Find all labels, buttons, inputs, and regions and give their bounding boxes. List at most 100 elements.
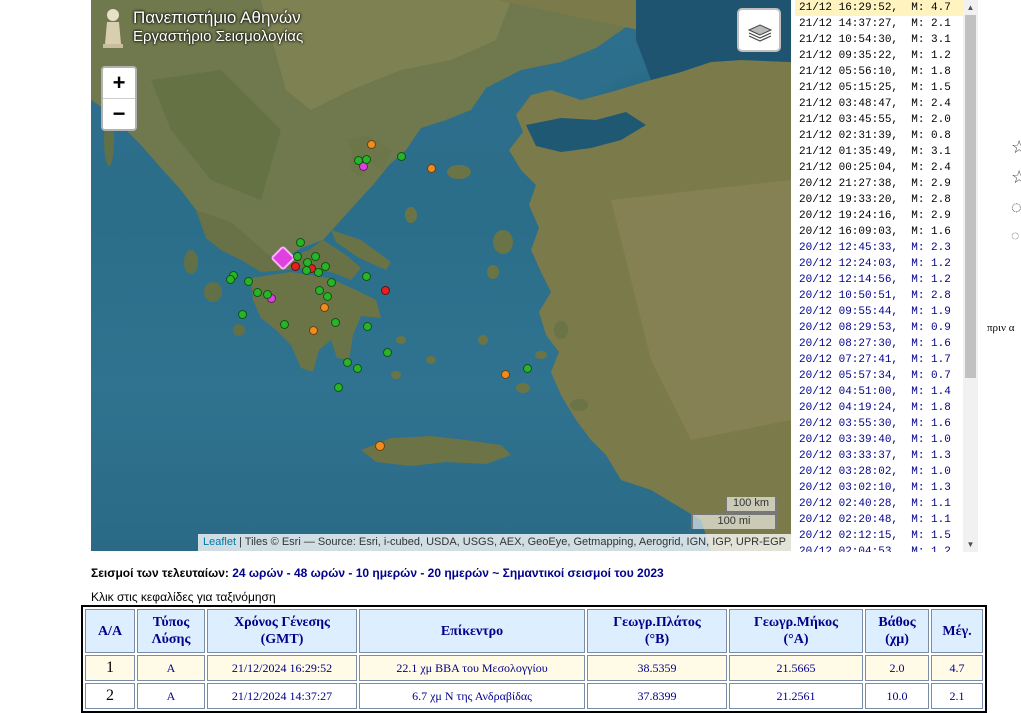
col-aa[interactable]: Α/Α bbox=[85, 609, 135, 653]
quake-marker[interactable] bbox=[426, 163, 436, 173]
event-list-item[interactable]: 20/12 12:45:33, M: 2.3 bbox=[795, 240, 965, 256]
link-major-quakes[interactable]: Σημαντικοί σεισμοί του 2023 bbox=[503, 566, 664, 580]
quake-marker[interactable] bbox=[322, 291, 332, 301]
leaflet-link[interactable]: Leaflet bbox=[203, 536, 236, 548]
quake-marker[interactable] bbox=[326, 277, 336, 287]
quake-marker[interactable] bbox=[301, 265, 311, 275]
quake-marker[interactable] bbox=[330, 317, 340, 327]
link-10d[interactable]: 10 ημερών bbox=[356, 566, 417, 580]
quake-marker[interactable] bbox=[375, 441, 385, 451]
event-list-item[interactable]: 20/12 12:24:03, M: 1.2 bbox=[795, 256, 965, 272]
event-list-item[interactable]: 20/12 08:27:30, M: 1.6 bbox=[795, 336, 965, 352]
col-type[interactable]: Τύπος Λύσης bbox=[137, 609, 205, 653]
event-list-item[interactable]: 21/12 14:37:27, M: 2.1 bbox=[795, 16, 965, 32]
col-depth[interactable]: Βάθος (χμ) bbox=[865, 609, 929, 653]
event-list-item[interactable]: 20/12 10:50:51, M: 2.8 bbox=[795, 288, 965, 304]
table-row[interactable]: 2 A 21/12/2024 14:37:27 6.7 χμ Ν της Ανδ… bbox=[85, 683, 983, 709]
quake-marker[interactable] bbox=[308, 325, 318, 335]
circle-small-icon[interactable]: ◌ bbox=[1011, 227, 1019, 243]
col-lon[interactable]: Γεωγρ.Μήκος (°Α) bbox=[729, 609, 863, 653]
link-24h[interactable]: 24 ωρών bbox=[232, 566, 283, 580]
event-list-item[interactable]: 20/12 04:51:00, M: 1.4 bbox=[795, 384, 965, 400]
event-list-item[interactable]: 21/12 10:54:30, M: 3.1 bbox=[795, 32, 965, 48]
quake-marker[interactable] bbox=[333, 382, 343, 392]
star-icon[interactable]: ☆ bbox=[1011, 167, 1021, 188]
cell-time: 21/12/2024 16:29:52 bbox=[207, 655, 357, 681]
event-list-item[interactable]: 21/12 05:56:10, M: 1.8 bbox=[795, 64, 965, 80]
event-list-item[interactable]: 20/12 07:27:41, M: 1.7 bbox=[795, 352, 965, 368]
col-lat[interactable]: Γεωγρ.Πλάτος (°Β) bbox=[587, 609, 727, 653]
table-row[interactable]: 1 A 21/12/2024 16:29:52 22.1 χμ ΒΒΑ του … bbox=[85, 655, 983, 681]
event-list-item[interactable]: 20/12 02:40:28, M: 1.1 bbox=[795, 496, 965, 512]
event-list-item[interactable]: 21/12 03:48:47, M: 2.4 bbox=[795, 96, 965, 112]
scroll-up-icon[interactable]: ▲ bbox=[963, 0, 978, 15]
zoom-out-button[interactable]: − bbox=[103, 99, 135, 129]
recent-quakes-links: Σεισμοί των τελευταίων: 24 ωρών - 48 ωρώ… bbox=[91, 566, 664, 580]
event-list[interactable]: 21/12 16:29:52, M: 4.7 21/12 14:37:27, M:… bbox=[795, 0, 965, 552]
scroll-down-icon[interactable]: ▼ bbox=[963, 537, 978, 552]
quake-marker[interactable] bbox=[314, 285, 324, 295]
quake-marker[interactable] bbox=[380, 285, 390, 295]
scroll-thumb[interactable] bbox=[965, 15, 976, 378]
event-list-item[interactable]: 20/12 02:20:48, M: 1.1 bbox=[795, 512, 965, 528]
quake-marker[interactable] bbox=[361, 154, 371, 164]
event-list-item[interactable]: 20/12 03:28:02, M: 1.0 bbox=[795, 464, 965, 480]
quake-marker[interactable] bbox=[352, 363, 362, 373]
event-list-item[interactable]: 21/12 02:31:39, M: 0.8 bbox=[795, 128, 965, 144]
zoom-in-button[interactable]: + bbox=[103, 68, 135, 99]
link-48h[interactable]: 48 ωρών bbox=[294, 566, 345, 580]
quake-marker[interactable] bbox=[522, 363, 532, 373]
quake-marker[interactable] bbox=[243, 276, 253, 286]
event-list-item[interactable]: 20/12 19:33:20, M: 2.8 bbox=[795, 192, 965, 208]
event-list-scrollbar[interactable]: ▲ ▼ bbox=[963, 0, 978, 552]
event-list-item[interactable]: 20/12 19:24:16, M: 2.9 bbox=[795, 208, 965, 224]
event-list-item[interactable]: 20/12 03:39:40, M: 1.0 bbox=[795, 432, 965, 448]
quake-marker[interactable] bbox=[295, 237, 305, 247]
event-list-item[interactable]: 21/12 05:15:25, M: 1.5 bbox=[795, 80, 965, 96]
event-list-item[interactable]: 20/12 12:14:56, M: 1.2 bbox=[795, 272, 965, 288]
quake-marker[interactable] bbox=[382, 347, 392, 357]
circle-icon[interactable]: ◌ bbox=[1011, 197, 1021, 218]
event-list-item[interactable]: 21/12 01:35:49, M: 3.1 bbox=[795, 144, 965, 160]
event-list-item[interactable]: 20/12 03:02:10, M: 1.3 bbox=[795, 480, 965, 496]
quake-marker[interactable] bbox=[319, 302, 329, 312]
col-mag[interactable]: Μέγ. bbox=[931, 609, 983, 653]
col-depth-l1: Βάθος bbox=[878, 615, 916, 630]
quake-marker[interactable] bbox=[262, 289, 272, 299]
event-list-item[interactable]: 20/12 03:55:30, M: 1.6 bbox=[795, 416, 965, 432]
quake-marker[interactable] bbox=[342, 357, 352, 367]
quake-marker[interactable] bbox=[279, 319, 289, 329]
quake-marker[interactable] bbox=[361, 271, 371, 281]
layers-button[interactable] bbox=[737, 8, 781, 52]
event-list-item[interactable]: 20/12 04:19:24, M: 1.8 bbox=[795, 400, 965, 416]
event-list-item[interactable]: 21/12 00:25:04, M: 2.4 bbox=[795, 160, 965, 176]
quake-marker[interactable] bbox=[225, 274, 235, 284]
event-list-item[interactable]: 21/12 16:29:52, M: 4.7 bbox=[795, 0, 965, 16]
star-icon[interactable]: ☆ bbox=[1011, 137, 1021, 158]
event-list-item[interactable]: 20/12 02:04:53, M: 1.2 bbox=[795, 544, 965, 552]
event-list-item[interactable]: 20/12 02:12:15, M: 1.5 bbox=[795, 528, 965, 544]
event-list-item[interactable]: 20/12 03:33:37, M: 1.3 bbox=[795, 448, 965, 464]
event-list-item[interactable]: 20/12 08:29:53, M: 0.9 bbox=[795, 320, 965, 336]
col-time[interactable]: Χρόνος Γένεσης (GMT) bbox=[207, 609, 357, 653]
event-list-item[interactable]: 20/12 09:55:44, M: 1.9 bbox=[795, 304, 965, 320]
quake-marker[interactable] bbox=[290, 261, 300, 271]
col-epicenter[interactable]: Επίκεντρο bbox=[359, 609, 585, 653]
quake-marker[interactable] bbox=[366, 139, 376, 149]
event-list-item[interactable]: 21/12 03:45:55, M: 2.0 bbox=[795, 112, 965, 128]
quake-marker[interactable] bbox=[500, 369, 510, 379]
quake-marker[interactable] bbox=[252, 287, 262, 297]
quake-marker[interactable] bbox=[313, 267, 323, 277]
quake-marker[interactable] bbox=[362, 321, 372, 331]
event-list-item[interactable]: 20/12 16:09:03, M: 1.6 bbox=[795, 224, 965, 240]
cell-time: 21/12/2024 14:37:27 bbox=[207, 683, 357, 709]
event-list-item[interactable]: 20/12 21:27:38, M: 2.9 bbox=[795, 176, 965, 192]
event-list-item[interactable]: 21/12 09:35:22, M: 1.2 bbox=[795, 48, 965, 64]
seismic-map[interactable]: Πανεπιστήμιο Αθηνών Εργαστήριο Σεισμολογ… bbox=[91, 0, 791, 551]
quake-marker[interactable] bbox=[237, 309, 247, 319]
quake-marker[interactable] bbox=[396, 151, 406, 161]
quake-marker[interactable] bbox=[310, 251, 320, 261]
quake-marker[interactable] bbox=[292, 251, 302, 261]
link-20d[interactable]: 20 ημερών bbox=[428, 566, 489, 580]
event-list-item[interactable]: 20/12 05:57:34, M: 0.7 bbox=[795, 368, 965, 384]
